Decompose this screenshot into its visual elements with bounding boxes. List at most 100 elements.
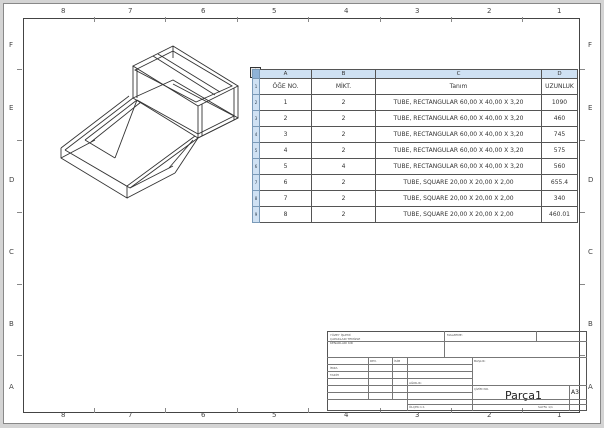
title-block-label: TARİH — [330, 373, 339, 377]
cell-qty[interactable]: 2 — [311, 190, 376, 207]
row-number[interactable]: 6 — [252, 158, 260, 175]
table-row[interactable]: 7 6 2 TUBE, SQUARE 20,00 X 20,00 X 2,00 655.… — [252, 174, 578, 191]
cell-length[interactable]: 745 — [541, 126, 578, 143]
zone-column-label: 3 — [415, 7, 420, 15]
cell-item-no[interactable]: 2 — [259, 110, 312, 127]
row-number[interactable]: 8 — [252, 190, 260, 207]
row-number[interactable]: 5 — [252, 142, 260, 159]
table-row[interactable]: 5 4 2 TUBE, RECTANGULAR 60,00 X 40,00 X 3,2… — [252, 142, 578, 159]
cell-description[interactable]: TUBE, RECTANGULAR 60,00 X 40,00 X 3,20 — [375, 94, 542, 111]
zone-column-label: 6 — [201, 411, 206, 419]
column-letter[interactable]: C — [375, 69, 542, 79]
zone-row-label: F — [588, 41, 593, 49]
zone-row-label: A — [588, 383, 593, 391]
title-block-label: AĞIRLIK: — [409, 381, 422, 385]
zone-row-label: E — [588, 104, 593, 112]
row-number[interactable]: 9 — [252, 206, 260, 223]
title-block-label: SAYFA 1/1 — [538, 405, 553, 409]
table-row[interactable]: 3 2 2 TUBE, RECTANGULAR 60,00 X 40,00 X 3,2… — [252, 110, 578, 127]
zone-divider — [451, 17, 452, 22]
cell-description[interactable]: TUBE, SQUARE 20,00 X 20,00 X 2,00 — [375, 206, 542, 223]
zone-divider — [17, 355, 22, 356]
title-block-line — [444, 331, 445, 357]
cell-qty[interactable]: 2 — [311, 126, 376, 143]
cell-qty[interactable]: 2 — [311, 110, 376, 127]
table-row[interactable]: 2 1 2 TUBE, RECTANGULAR 60,00 X 40,00 X 3,2… — [252, 94, 578, 111]
row-number[interactable]: 7 — [252, 174, 260, 191]
zone-column-label: 4 — [344, 411, 349, 419]
column-letter[interactable]: B — [311, 69, 376, 79]
cell-item-no[interactable]: 5 — [259, 158, 312, 175]
cell-description[interactable]: TUBE, SQUARE 20,00 X 20,00 X 2,00 — [375, 174, 542, 191]
zone-column-label: 2 — [487, 411, 492, 419]
column-letter[interactable]: A — [259, 69, 312, 79]
cell-item-no[interactable]: 6 — [259, 174, 312, 191]
zone-column-label: 8 — [61, 7, 66, 15]
title-block-line — [472, 385, 587, 386]
zone-column-label: 2 — [487, 7, 492, 15]
cell-length[interactable]: 460 — [541, 110, 578, 127]
cell-length[interactable]: 1090 — [541, 94, 578, 111]
sheet-size: A3 — [571, 389, 579, 396]
cell-length[interactable]: 560 — [541, 158, 578, 175]
row-number[interactable]: 3 — [252, 110, 260, 127]
cell-item-no[interactable]: 4 — [259, 142, 312, 159]
table-row[interactable]: 9 8 2 TUBE, SQUARE 20,00 X 20,00 X 2,00 460.… — [252, 206, 578, 223]
cell-length[interactable]: 655.4 — [541, 174, 578, 191]
cell-item-no[interactable]: 7 — [259, 190, 312, 207]
cell-description[interactable]: TUBE, SQUARE 20,00 X 20,00 X 2,00 — [375, 190, 542, 207]
title-block-label: ÇİZİM NO. — [474, 387, 489, 391]
row-number[interactable]: 2 — [252, 94, 260, 111]
cell-qty[interactable]: 2 — [311, 142, 376, 159]
header-length[interactable]: UZUNLUK — [541, 78, 578, 95]
header-row: 1 ÖĞE NO. MİKT. Tanım UZUNLUK — [252, 78, 578, 95]
zone-column-label: 5 — [272, 411, 277, 419]
cell-item-no[interactable]: 3 — [259, 126, 312, 143]
table-row[interactable]: 6 5 4 TUBE, RECTANGULAR 60,00 X 40,00 X 3,2… — [252, 158, 578, 175]
row-number[interactable]: 1 — [252, 78, 260, 95]
zone-column-label: 8 — [61, 411, 66, 419]
cell-length[interactable]: 340 — [541, 190, 578, 207]
cell-item-no[interactable]: 8 — [259, 206, 312, 223]
cell-qty[interactable]: 2 — [311, 174, 376, 191]
cell-qty[interactable]: 2 — [311, 206, 376, 223]
bill-of-materials-table[interactable]: A B C D 1 ÖĞE NO. MİKT. Tanım UZUNLUK 21… — [252, 69, 578, 223]
cell-qty[interactable]: 2 — [311, 94, 376, 111]
title-block-line — [327, 378, 472, 379]
zone-row-label: C — [588, 248, 593, 256]
title-block-label: İSİM — [394, 359, 401, 363]
zone-divider — [580, 284, 585, 285]
title-block-label: KENARLARI KIR — [330, 341, 353, 345]
zone-row-label: A — [9, 383, 14, 391]
cell-length[interactable]: 460.01 — [541, 206, 578, 223]
zone-column-label: 4 — [344, 7, 349, 15]
isometric-frame-drawing[interactable] — [55, 38, 240, 203]
zone-divider — [94, 17, 95, 22]
part-name: Parça1 — [505, 389, 542, 402]
table-row[interactable]: 4 3 2 TUBE, RECTANGULAR 60,00 X 40,00 X 3,2… — [252, 126, 578, 143]
title-block-line — [392, 357, 393, 399]
header-qty[interactable]: MİKT. — [311, 78, 376, 95]
header-description[interactable]: Tanım — [375, 78, 542, 95]
title-block-label: İMZA — [330, 366, 338, 370]
column-letter[interactable]: D — [541, 69, 578, 79]
title-block-line — [569, 385, 570, 411]
zone-divider — [308, 17, 309, 22]
zone-column-label: 7 — [128, 7, 133, 15]
title-block-line — [472, 357, 473, 411]
row-number[interactable]: 4 — [252, 126, 260, 143]
zone-divider — [17, 140, 22, 141]
cell-description[interactable]: TUBE, RECTANGULAR 60,00 X 40,00 X 3,20 — [375, 142, 542, 159]
cell-description[interactable]: TUBE, RECTANGULAR 60,00 X 40,00 X 3,20 — [375, 126, 542, 143]
zone-column-label: 3 — [415, 411, 420, 419]
cell-description[interactable]: TUBE, RECTANGULAR 60,00 X 40,00 X 3,20 — [375, 110, 542, 127]
zone-column-label: 1 — [557, 7, 562, 15]
zone-divider — [380, 17, 381, 22]
cell-qty[interactable]: 4 — [311, 158, 376, 175]
zone-divider — [580, 140, 585, 141]
cell-description[interactable]: TUBE, RECTANGULAR 60,00 X 40,00 X 3,20 — [375, 158, 542, 175]
cell-item-no[interactable]: 1 — [259, 94, 312, 111]
cell-length[interactable]: 575 — [541, 142, 578, 159]
header-item-no[interactable]: ÖĞE NO. — [259, 78, 312, 95]
table-row[interactable]: 8 7 2 TUBE, SQUARE 20,00 X 20,00 X 2,00 340 — [252, 190, 578, 207]
